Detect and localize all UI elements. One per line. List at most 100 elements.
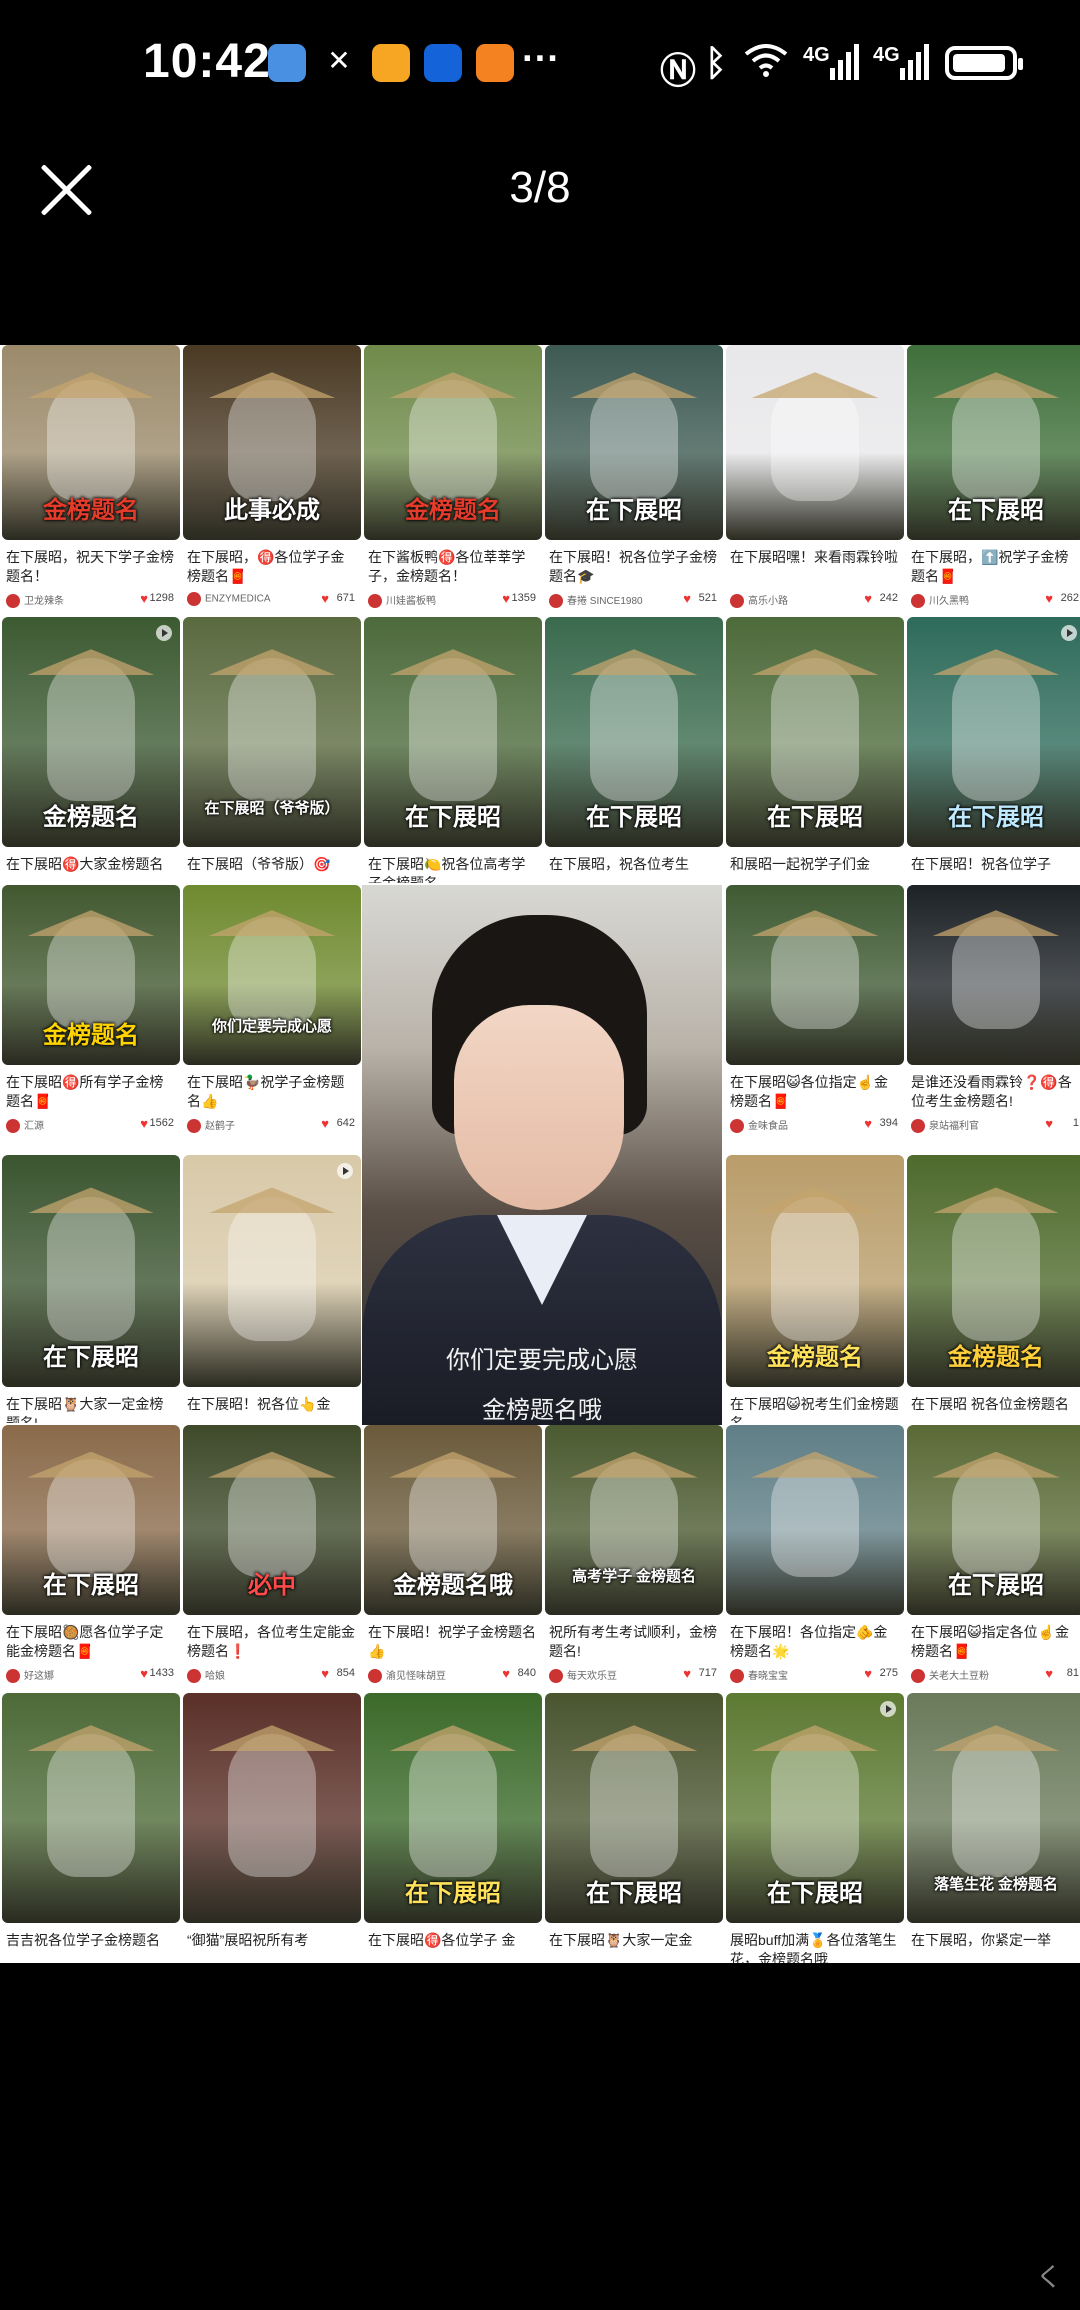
author-avatar: [730, 594, 744, 609]
post-thumbnail: 在下展昭: [2, 1425, 180, 1615]
post-card: 必中 在下展昭，各位考生定能金榜题名❗ 哈娘 ♥ 854: [183, 1425, 361, 1691]
heart-icon: ♥: [502, 591, 510, 606]
character-illustration: [771, 1196, 859, 1341]
post-caption: 在下展昭🉐大家金榜题名: [6, 856, 164, 872]
bamboo-hat-shape: [389, 372, 517, 399]
like-count: 521: [698, 592, 717, 604]
author-name: 川娃酱板鸭: [386, 596, 436, 607]
like-count: 671: [336, 592, 355, 604]
bamboo-hat-shape: [208, 649, 336, 676]
wifi-icon: [743, 42, 789, 87]
post-meta: 高乐小路 ♥ 242: [730, 591, 898, 609]
bamboo-hat-shape: [389, 1451, 517, 1478]
post-caption: 在下展昭，祝各位考生: [549, 856, 689, 872]
bluetooth-icon: ᛒ: [705, 42, 727, 83]
post-caption: 在下展昭，你紧定一举: [911, 1932, 1051, 1948]
post-card: 金榜题名在下展昭🉐大家金榜题名: [2, 617, 180, 883]
post-thumbnail: 在下展昭: [545, 345, 723, 540]
post-card: 金榜题名 在下展昭 祝各位金榜题名: [907, 1155, 1080, 1423]
post-card: 高考学子 金榜题名 祝所有考生考试顺利，金榜题名! 每天欢乐豆 ♥ 717: [545, 1425, 723, 1691]
post-caption: 在下展昭！祝各位学子金榜题名🎓: [549, 549, 717, 584]
character-illustration: [952, 1734, 1040, 1877]
post-caption: 在下展昭🦉大家一定金榜题名!: [6, 1396, 164, 1423]
post-thumbnail: 金榜题名: [907, 1155, 1080, 1387]
thumbnail-overlay-text: 在下展昭: [767, 805, 863, 831]
post-card: 在下展昭 展昭buff加满🏅各位落笔生花，金榜题名哦: [726, 1693, 904, 1963]
bamboo-hat-shape: [751, 1725, 879, 1752]
like-count: 854: [336, 1667, 355, 1679]
post-card: 在下展昭！祝各位👆金: [183, 1155, 361, 1423]
thumbnail-overlay-text: 在下展昭: [948, 498, 1044, 524]
post-card: 金榜题名 在下酱板鸭🉐各位莘莘学子，金榜题名！ 川娃酱板鸭 ♥ 1359: [364, 345, 542, 615]
post-meta: 泉站福利官 ♥ 1: [911, 1116, 1079, 1134]
heart-icon: ♥: [1045, 591, 1053, 606]
post-meta: 川娃酱板鸭 ♥ 1359: [368, 591, 536, 609]
heart-icon: ♥: [864, 591, 872, 606]
post-meta: 春捲 SINCE1980 ♥ 521: [549, 591, 717, 609]
post-thumbnail: 在下展昭: [364, 1693, 542, 1923]
post-thumbnail: [726, 1425, 904, 1615]
like-count: 642: [336, 1117, 355, 1129]
bamboo-hat-shape: [932, 1451, 1060, 1478]
post-caption: 在下展昭，⬆️祝学子金榜题名🧧: [911, 549, 1069, 584]
thumbnail-overlay-text: 金榜题名: [767, 1345, 863, 1371]
post-thumbnail: 在下展昭: [545, 1693, 723, 1923]
author-name: 春晓宝宝: [748, 1671, 788, 1682]
character-illustration: [409, 1734, 497, 1877]
post-thumbnail: 高考学子 金榜题名: [545, 1425, 723, 1615]
post-caption: 在下展昭😺祝考生们金榜题名: [730, 1396, 899, 1423]
post-thumbnail: 金榜题名: [2, 885, 180, 1065]
heart-icon: ♥: [321, 1666, 329, 1681]
collage-image[interactable]: 金榜题名 在下展昭，祝天下学子金榜题名！ 卫龙辣条 ♥ 1298 此事必成 在下展昭，🉐各位…: [0, 345, 1080, 1963]
author-name: 汇源: [24, 1121, 44, 1132]
post-card: 在下展昭在下展昭，⬆️祝学子金榜题名🧧 川久黑鸭 ♥ 262: [907, 345, 1080, 615]
video-play-icon: [156, 625, 172, 641]
bamboo-hat-shape: [570, 649, 698, 676]
character-illustration: [47, 1734, 135, 1877]
bamboo-hat-shape: [208, 1187, 336, 1214]
bamboo-hat-shape: [751, 372, 879, 399]
heart-icon: ♥: [140, 591, 148, 606]
thumbnail-overlay-text: 在下展昭: [586, 498, 682, 524]
post-thumbnail: 金榜题名: [2, 617, 180, 847]
bamboo-hat-shape: [751, 649, 879, 676]
heart-icon: ♥: [683, 591, 691, 606]
post-thumbnail: [183, 1693, 361, 1923]
author-name: 卫龙辣条: [24, 596, 64, 607]
post-thumbnail: [726, 345, 904, 540]
like-count: 1: [1072, 1117, 1079, 1129]
bamboo-hat-shape: [208, 1725, 336, 1752]
post-card: 你们定要完成心愿 在下展昭🦆祝学子金榜题名👍 赵鹤子 ♥ 642: [183, 885, 361, 1153]
post-card: 此事必成 在下展昭，🉐各位学子金榜题名🧧 ENZYMEDICA ♥ 671: [183, 345, 361, 615]
author-avatar: [730, 1119, 744, 1134]
post-caption: 和展昭一起祝学子们金: [730, 856, 870, 872]
post-card: 在下展昭😺各位指定☝️金榜题名🧧 金味食品 ♥ 394: [726, 885, 904, 1153]
thumbnail-overlay-text: 在下展昭: [43, 1573, 139, 1599]
post-caption: 祝所有考生考试顺利，金榜题名!: [549, 1624, 717, 1659]
heart-icon: ♥: [1045, 1666, 1053, 1681]
author-avatar: [549, 1669, 563, 1684]
bamboo-hat-shape: [932, 372, 1060, 399]
post-caption: 在下展昭🦆祝学子金榜题名👍: [187, 1074, 345, 1109]
character-illustration: [771, 1734, 859, 1877]
post-meta: 卫龙辣条 ♥ 1298: [6, 591, 174, 609]
network-type-1: 4G: [803, 44, 830, 66]
battery-level: [953, 54, 1005, 72]
post-caption: 吉吉祝各位学子金榜题名: [6, 1932, 160, 1948]
bamboo-hat-shape: [389, 649, 517, 676]
bamboo-hat-shape: [570, 1725, 698, 1752]
like-count: 1433: [149, 1667, 174, 1679]
like-count: 394: [879, 1117, 898, 1129]
post-caption: 在下酱板鸭🉐各位莘莘学子，金榜题名！: [368, 549, 526, 584]
post-meta: 哈娘 ♥ 854: [187, 1666, 355, 1684]
back-gesture-icon: く: [1035, 2262, 1062, 2292]
post-meta: 川久黑鸭 ♥ 262: [911, 591, 1079, 609]
author-name: 渝见怪味胡豆: [386, 1671, 446, 1682]
character-illustration: [409, 658, 497, 801]
post-caption: 在下展昭🦉大家一定金: [549, 1932, 693, 1948]
bamboo-hat-shape: [27, 372, 155, 399]
bamboo-hat-shape: [751, 910, 879, 937]
heart-icon: ♥: [864, 1666, 872, 1681]
thumbnail-overlay-text: 在下展昭: [405, 1881, 501, 1907]
post-card: 金榜题名哦 在下展昭！祝学子金榜题名👍 渝见怪味胡豆 ♥ 840: [364, 1425, 542, 1691]
